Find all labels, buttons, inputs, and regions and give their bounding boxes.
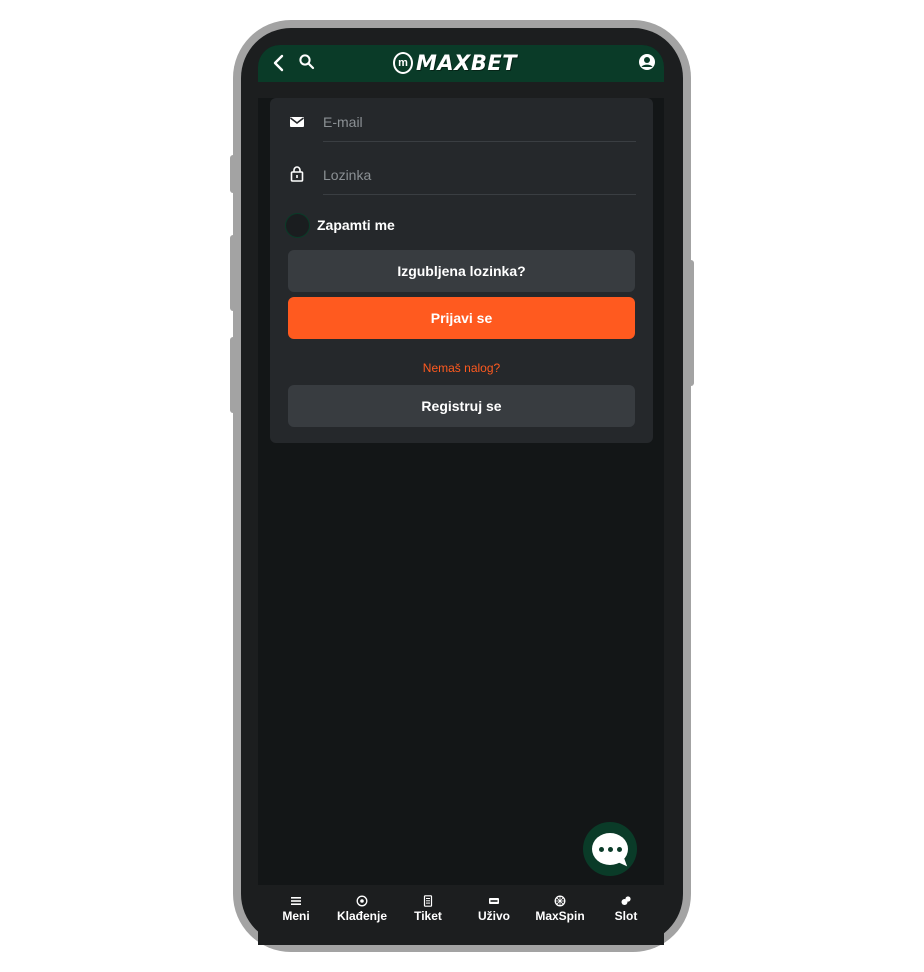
spin-icon bbox=[554, 895, 566, 907]
password-field[interactable] bbox=[323, 155, 636, 195]
back-icon[interactable] bbox=[272, 54, 286, 72]
nav-label: MaxSpin bbox=[535, 909, 585, 923]
email-field[interactable] bbox=[323, 102, 636, 142]
register-button[interactable]: Registruj se bbox=[288, 385, 635, 427]
nav-label: Tiket bbox=[414, 909, 442, 923]
live-icon bbox=[489, 898, 499, 904]
nav-item-meni[interactable]: Meni bbox=[266, 895, 326, 923]
login-card: Zapamti me Izgubljena lozinka? Prijavi s… bbox=[270, 98, 653, 443]
menu-icon bbox=[291, 897, 301, 905]
bottom-nav: Meni Klađenje Tiket Uživo MaxSpin Slot bbox=[258, 885, 664, 945]
app-screen: m MAXBET Zapamti me bbox=[258, 45, 664, 945]
email-row bbox=[270, 98, 653, 143]
chat-button[interactable] bbox=[583, 822, 637, 876]
chat-icon bbox=[592, 833, 628, 865]
mail-icon bbox=[290, 117, 304, 127]
remember-me-toggle[interactable] bbox=[285, 212, 310, 238]
search-icon[interactable] bbox=[298, 53, 316, 71]
nav-label: Uživo bbox=[477, 909, 510, 923]
nav-label: Meni bbox=[282, 909, 310, 923]
remember-me-label: Zapamti me bbox=[317, 217, 395, 233]
soccer-ball-icon bbox=[356, 895, 368, 907]
top-bar: m MAXBET bbox=[258, 45, 664, 82]
remember-me[interactable]: Zapamti me bbox=[285, 212, 395, 238]
nav-label: Klađenje bbox=[336, 909, 387, 923]
nav-item-tiket[interactable]: Tiket bbox=[398, 895, 458, 923]
slot-icon bbox=[621, 896, 631, 905]
maxbet-logo[interactable]: m MAXBET bbox=[393, 50, 517, 76]
header-spacer bbox=[258, 82, 664, 98]
nav-item-uzivo[interactable]: Uživo bbox=[464, 895, 524, 923]
no-account-text: Nemaš nalog? bbox=[422, 361, 501, 375]
password-row bbox=[270, 151, 653, 196]
nav-item-kladjenje[interactable]: Klađenje bbox=[332, 895, 392, 923]
lock-icon bbox=[290, 166, 304, 182]
ticket-icon bbox=[423, 895, 433, 907]
nav-item-slot[interactable]: Slot bbox=[596, 895, 656, 923]
nav-label: Slot bbox=[614, 909, 638, 923]
login-button[interactable]: Prijavi se bbox=[288, 297, 635, 339]
logo-mark-icon: m bbox=[393, 52, 413, 74]
logo-text: MAXBET bbox=[416, 51, 518, 75]
user-icon[interactable] bbox=[638, 53, 656, 71]
forgot-password-button[interactable]: Izgubljena lozinka? bbox=[288, 250, 635, 292]
nav-item-maxspin[interactable]: MaxSpin bbox=[530, 895, 590, 923]
